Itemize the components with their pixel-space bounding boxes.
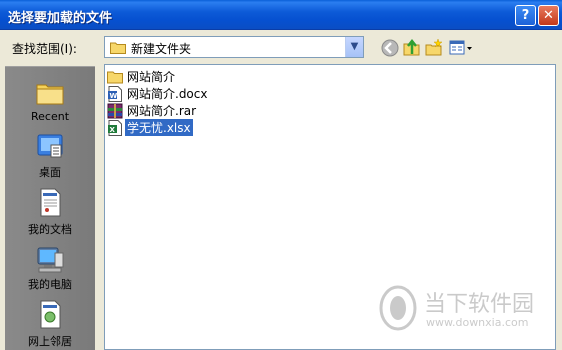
place-label: 网上邻居 xyxy=(28,335,72,348)
title-bar: 选择要加载的文件 ? ✕ xyxy=(0,0,562,30)
view-menu-icon[interactable] xyxy=(448,38,474,58)
svg-text:W: W xyxy=(110,92,118,100)
watermark: 当下软件园 www.downxia.com xyxy=(378,282,558,342)
word-document-icon: W xyxy=(108,85,122,102)
place-desktop[interactable]: 桌面 xyxy=(5,131,95,179)
place-my-computer[interactable]: 我的电脑 xyxy=(5,243,95,291)
look-in-label: 查找范围(I): xyxy=(12,42,77,56)
file-name: 网站简介.rar xyxy=(127,104,197,118)
watermark-brand: 当下软件园 xyxy=(424,292,535,317)
svg-text:X: X xyxy=(110,126,116,134)
place-label: 我的电脑 xyxy=(28,278,72,291)
folder-icon xyxy=(110,42,126,54)
list-item[interactable]: 网站简介.rar xyxy=(107,102,198,119)
recent-folder-icon xyxy=(36,84,64,105)
file-name: 网站简介 xyxy=(127,70,176,84)
rar-archive-icon xyxy=(107,103,123,118)
desktop-icon xyxy=(37,134,63,158)
chevron-down-icon[interactable]: ▼ xyxy=(345,37,363,57)
close-button[interactable]: ✕ xyxy=(538,5,559,26)
excel-workbook-icon: X xyxy=(108,119,122,136)
back-icon[interactable] xyxy=(380,38,400,58)
help-button[interactable]: ? xyxy=(515,5,536,26)
place-label: 我的文档 xyxy=(28,223,72,236)
my-documents-icon xyxy=(40,188,61,217)
file-name: 网站简介.docx xyxy=(127,87,208,101)
place-my-documents[interactable]: 我的文档 xyxy=(5,187,95,236)
look-in-value: 新建文件夹 xyxy=(131,42,192,56)
list-item[interactable]: 网站简介 xyxy=(107,68,177,85)
window-title: 选择要加载的文件 xyxy=(8,11,113,26)
up-folder-icon[interactable] xyxy=(402,38,422,58)
list-item[interactable]: W 网站简介.docx xyxy=(107,85,209,102)
folder-icon xyxy=(107,71,123,83)
places-bar: Recent 桌面 我的文档 我的电脑 网上邻居 xyxy=(5,66,95,350)
new-folder-icon[interactable] xyxy=(424,38,444,58)
place-network[interactable]: 网上邻居 xyxy=(5,297,95,348)
file-name: 学无忧.xlsx xyxy=(124,118,194,137)
place-label: 桌面 xyxy=(39,166,61,179)
place-label: Recent xyxy=(30,110,70,123)
look-in-dropdown[interactable]: 新建文件夹 ▼ xyxy=(104,36,364,58)
watermark-logo-icon xyxy=(379,285,417,331)
list-item-selected[interactable]: X 学无忧.xlsx xyxy=(107,118,194,137)
my-computer-icon xyxy=(37,247,64,273)
watermark-url: www.downxia.com xyxy=(426,316,529,329)
place-recent[interactable]: Recent xyxy=(5,75,95,123)
network-places-icon xyxy=(40,300,61,329)
